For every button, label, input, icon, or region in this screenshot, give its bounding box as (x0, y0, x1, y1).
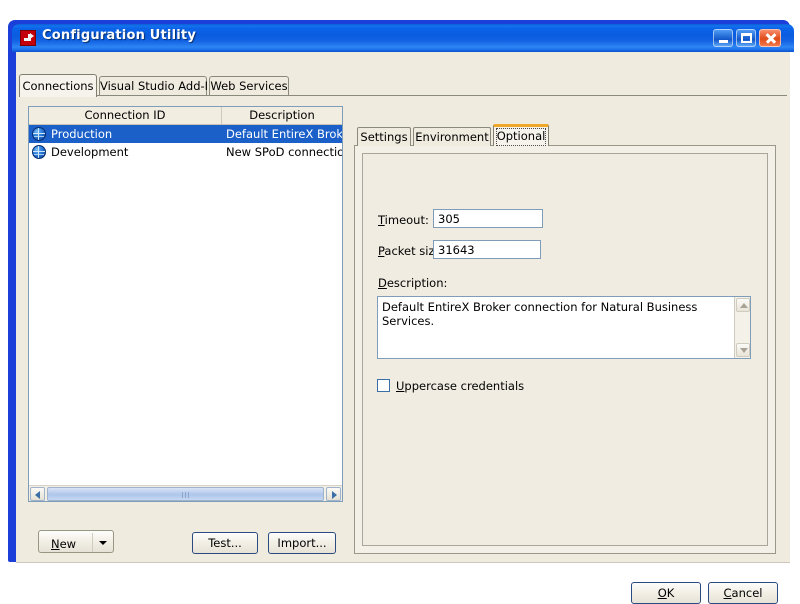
timeout-input[interactable]: 305 (433, 209, 543, 228)
outer-tab-strip: Connections Visual Studio Add-In Web Ser… (19, 74, 787, 97)
connection-id-text: Production (51, 127, 113, 141)
connection-description-cell: Default EntireX Broker (222, 125, 342, 143)
tab-environment-label: Environment (415, 130, 489, 144)
column-header-description[interactable]: Description (222, 107, 342, 124)
tab-connections-label: Connections (22, 79, 94, 93)
chevron-down-icon[interactable] (99, 541, 107, 545)
uppercase-credentials-checkbox[interactable] (377, 379, 390, 392)
config-utility-icon (20, 30, 36, 46)
description-vertical-scrollbar[interactable] (734, 297, 750, 358)
description-textarea[interactable]: Default EntireX Broker connection for Na… (377, 296, 751, 359)
tab-settings[interactable]: Settings (357, 127, 411, 146)
optional-tab-page-inner: Timeout: 305 Packet size: 31643 Descript… (362, 153, 768, 546)
close-icon[interactable] (759, 29, 781, 47)
tab-environment[interactable]: Environment (413, 127, 491, 146)
inner-tab-strip: Settings Environment Optional (354, 124, 776, 146)
tab-web-services[interactable]: Web Services (209, 76, 289, 95)
horizontal-scrollbar[interactable] (29, 485, 342, 501)
connection-id-cell: Development (29, 143, 222, 161)
ok-button[interactable]: OK (631, 582, 701, 604)
timeout-label: Timeout: (378, 213, 429, 227)
new-button-label: New (51, 537, 77, 551)
description-label: Description: (378, 276, 448, 290)
table-row[interactable]: Development New SPoD connection (29, 143, 342, 161)
tab-settings-label: Settings (360, 130, 408, 144)
focus-rectangle (496, 128, 546, 146)
list-header: Connection ID Description (29, 107, 342, 125)
column-header-connection-id[interactable]: Connection ID (29, 107, 222, 124)
connection-description-cell: New SPoD connection (226, 145, 342, 159)
import-button[interactable]: Import... (268, 532, 336, 554)
window-title: Configuration Utility (42, 28, 196, 43)
scroll-up-icon[interactable] (736, 298, 750, 312)
title-bar[interactable]: Configuration Utility (12, 24, 794, 52)
client-area: Connections Visual Studio Add-In Web Ser… (16, 52, 790, 604)
tab-visual-studio-add-in-label: Visual Studio Add-In (100, 79, 216, 93)
connection-properties-panel: Settings Environment Optional Timeout: 3… (354, 106, 776, 554)
tab-connections[interactable]: Connections (19, 74, 97, 97)
configuration-utility-window: Configuration Utility Connections Visual… (8, 20, 794, 604)
tab-optional[interactable]: Optional (493, 124, 549, 146)
uppercase-credentials-label: Uppercase credentials (396, 379, 525, 393)
table-row[interactable]: Production Default EntireX Broker (29, 125, 342, 143)
connection-id-text: Development (51, 145, 129, 159)
window-inner: Configuration Utility Connections Visual… (8, 20, 794, 604)
scroll-right-icon[interactable] (326, 487, 341, 501)
packet-size-input[interactable]: 31643 (433, 240, 541, 259)
maximize-button[interactable] (736, 29, 756, 47)
tab-visual-studio-add-in[interactable]: Visual Studio Add-In (99, 76, 215, 95)
cancel-button[interactable]: Cancel (708, 582, 778, 604)
globe-icon (32, 145, 46, 159)
globe-icon (32, 127, 46, 141)
scroll-left-icon[interactable] (30, 487, 45, 501)
minimize-button[interactable] (713, 29, 733, 47)
tab-separator (19, 95, 787, 96)
test-button[interactable]: Test... (192, 532, 258, 554)
connections-list[interactable]: Connection ID Description Production Def… (28, 106, 343, 502)
new-button[interactable]: New (38, 530, 114, 553)
footer-divider (16, 562, 790, 563)
tab-web-services-label: Web Services (210, 79, 288, 93)
description-text: Default EntireX Broker connection for Na… (382, 300, 698, 328)
scroll-down-icon[interactable] (736, 343, 750, 357)
scrollbar-thumb[interactable] (47, 487, 324, 501)
optional-tab-page: Timeout: 305 Packet size: 31643 Descript… (354, 145, 776, 554)
connection-id-cell: Production (29, 125, 222, 143)
